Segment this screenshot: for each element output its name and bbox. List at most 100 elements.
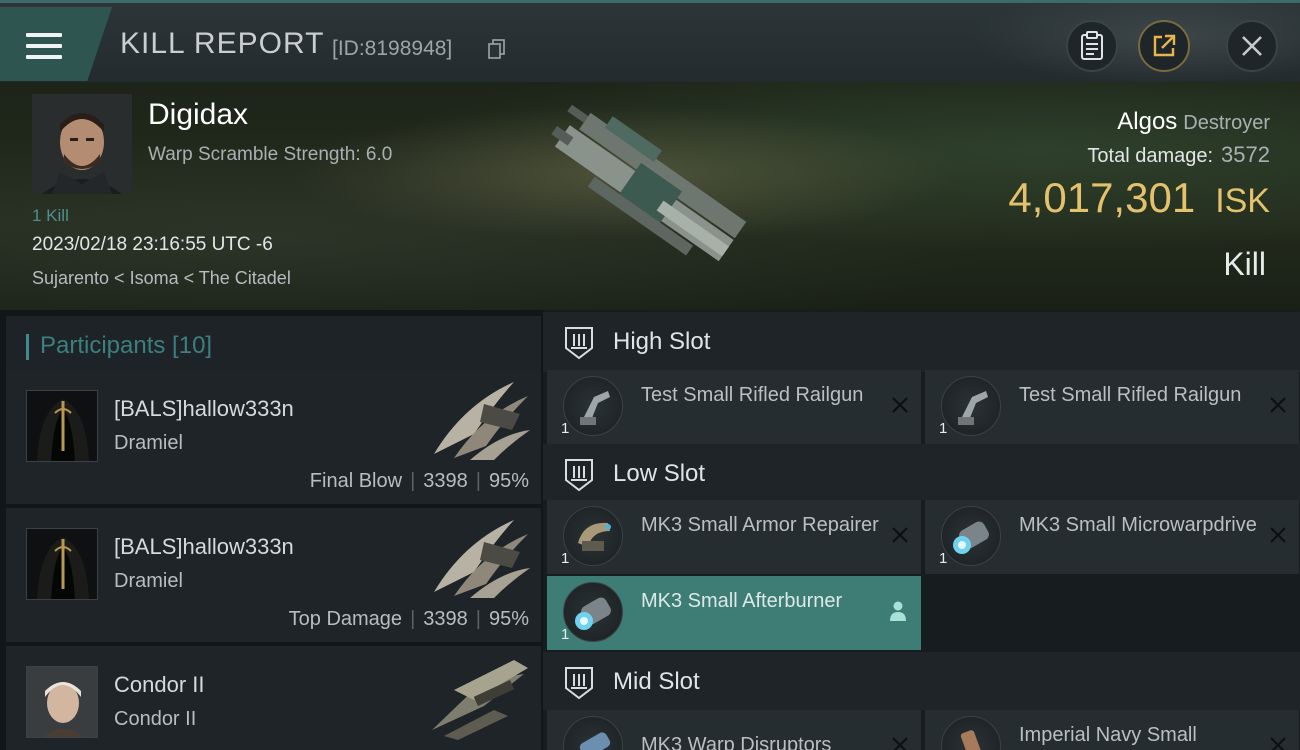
participant-row[interactable]: Condor II Condor II xyxy=(6,646,541,750)
participants-title: Participants [10] xyxy=(40,332,213,359)
participant-avatar[interactable] xyxy=(26,390,98,462)
destroyed-icon xyxy=(892,397,908,413)
kill-summary: Digidax Warp Scramble Strength: 6.0 1 Ki… xyxy=(0,82,1300,310)
clipboard-button[interactable] xyxy=(1066,20,1118,72)
participants-accent-bar xyxy=(26,334,29,360)
low-slot-header: Low Slot xyxy=(543,444,1300,500)
isk-value: 4,017,301 xyxy=(1008,174,1196,221)
npc-portrait-image xyxy=(27,667,97,737)
module-item[interactable]: MK3 Warp Disruptors xyxy=(547,710,921,750)
share-icon xyxy=(1153,34,1176,57)
total-damage-label: Total damage: xyxy=(1087,145,1214,167)
participant-role: Final Blow xyxy=(309,470,403,492)
victim-name[interactable]: Digidax xyxy=(148,98,248,132)
participant-ship-image[interactable] xyxy=(424,512,534,602)
warp-disruptor-icon xyxy=(563,716,623,750)
participant-ship-image[interactable] xyxy=(424,650,534,740)
participant-damage: 3398 xyxy=(423,608,468,630)
destroyed-icon xyxy=(1270,737,1286,750)
copy-icon[interactable] xyxy=(488,39,506,59)
victim-portrait[interactable] xyxy=(32,94,132,194)
victim-ship-image[interactable] xyxy=(520,90,780,280)
destroyed-icon xyxy=(1270,527,1286,543)
kill-count: 1 Kill xyxy=(32,206,69,225)
close-icon xyxy=(1242,36,1262,56)
imperial-navy-module-icon xyxy=(941,716,1001,750)
share-button[interactable] xyxy=(1138,20,1190,72)
participant-ship: Dramiel xyxy=(114,432,183,454)
participant-damage: 3398 xyxy=(423,470,468,492)
module-quantity: 1 xyxy=(561,420,570,437)
module-name: Test Small Rifled Railgun xyxy=(1019,384,1242,406)
module-name: MK3 Warp Disruptors xyxy=(641,734,832,750)
participants-header: Participants [10] xyxy=(6,316,541,374)
participant-percent: 95% xyxy=(488,470,529,492)
participant-ship-image[interactable] xyxy=(424,374,534,464)
destroyed-icon xyxy=(892,527,908,543)
participant-role: Top Damage xyxy=(288,608,403,630)
participant-name[interactable]: [BALS]hallow333n xyxy=(114,534,294,560)
module-quantity: 1 xyxy=(939,550,948,567)
module-name: Imperial Navy Small xyxy=(1019,724,1197,746)
participant-ship: Condor II xyxy=(114,708,197,730)
dropped-user-icon xyxy=(890,601,906,621)
module-item[interactable]: 1 MK3 Small Afterburner xyxy=(547,576,921,650)
close-button[interactable] xyxy=(1226,20,1278,72)
high-slot-title: High Slot xyxy=(613,328,711,355)
module-item[interactable]: 1 Test Small Rifled Railgun xyxy=(925,370,1299,444)
armor-repairer-icon xyxy=(563,506,623,566)
module-item[interactable]: Imperial Navy Small xyxy=(925,710,1299,750)
high-slot-header: High Slot xyxy=(543,312,1300,372)
victim-ship-line: Algos Destroyer xyxy=(1117,108,1270,136)
total-damage: Total damage: 3572 xyxy=(1087,142,1270,168)
fittings-panel: High Slot 1 Test Small Rifled Railgun 1 … xyxy=(543,310,1300,750)
module-item[interactable]: 1 MK3 Small Armor Repairer xyxy=(547,500,921,574)
module-name: MK3 Small Afterburner xyxy=(641,590,843,612)
low-slot-title: Low Slot xyxy=(613,460,706,487)
low-slot-icon xyxy=(565,459,593,492)
high-slot-icon xyxy=(565,327,593,360)
pilot-portrait-image xyxy=(32,94,132,194)
module-quantity: 1 xyxy=(561,626,570,643)
module-quantity: 1 xyxy=(939,420,948,437)
total-damage-value: 3572 xyxy=(1221,142,1270,167)
participant-percent: 95% xyxy=(488,608,529,630)
participant-name[interactable]: Condor II xyxy=(114,672,205,698)
header-bar: KILL REPORT [ID:8198948] xyxy=(0,0,1300,85)
module-name: MK3 Small Armor Repairer xyxy=(641,514,879,536)
participant-row[interactable]: [BALS]hallow333n Dramiel Final Blow | 3398… xyxy=(6,370,541,504)
railgun-icon xyxy=(941,376,1001,436)
page-title: KILL REPORT xyxy=(120,27,325,60)
kill-result: Kill xyxy=(1223,246,1266,282)
victim-ship-class: Destroyer xyxy=(1183,112,1270,134)
mid-slot-header: Mid Slot xyxy=(543,652,1300,710)
destroyed-icon xyxy=(892,737,908,750)
mid-slot-title: Mid Slot xyxy=(613,668,700,695)
participant-avatar[interactable] xyxy=(26,528,98,600)
module-item[interactable]: 1 MK3 Small Microwarpdrive xyxy=(925,500,1299,574)
participant-ship: Dramiel xyxy=(114,570,183,592)
participant-stats: Top Damage | 3398 | 95% xyxy=(288,608,529,630)
participant-row[interactable]: [BALS]hallow333n Dramiel Top Damage | 3398… xyxy=(6,508,541,642)
report-id: [ID:8198948] xyxy=(332,37,453,60)
module-quantity: 1 xyxy=(561,550,570,567)
module-name: MK3 Small Microwarpdrive xyxy=(1019,514,1257,536)
victim-ship-name[interactable]: Algos xyxy=(1117,108,1177,135)
isk-value-line: 4,017,301 ISK xyxy=(1008,174,1270,222)
participant-stats: Final Blow | 3398 | 95% xyxy=(309,470,529,492)
kill-timestamp: 2023/02/18 23:16:55 UTC -6 xyxy=(32,234,273,255)
participants-panel: Participants [10] [BALS]hallow333n Drami… xyxy=(0,310,543,750)
hooded-portrait-image xyxy=(27,529,97,599)
kill-location[interactable]: Sujarento < Isoma < The Citadel xyxy=(32,268,291,289)
participant-name[interactable]: [BALS]hallow333n xyxy=(114,396,294,422)
clipboard-icon xyxy=(1081,31,1103,60)
warp-scramble-strength: Warp Scramble Strength: 6.0 xyxy=(148,144,393,165)
participant-avatar[interactable] xyxy=(26,666,98,738)
module-name: Test Small Rifled Railgun xyxy=(641,384,864,406)
menu-button[interactable] xyxy=(0,7,112,81)
module-item[interactable]: 1 Test Small Rifled Railgun xyxy=(547,370,921,444)
hooded-portrait-image xyxy=(27,391,97,461)
hamburger-icon[interactable] xyxy=(26,33,62,61)
afterburner-icon xyxy=(563,582,623,642)
mid-slot-icon xyxy=(565,667,593,700)
